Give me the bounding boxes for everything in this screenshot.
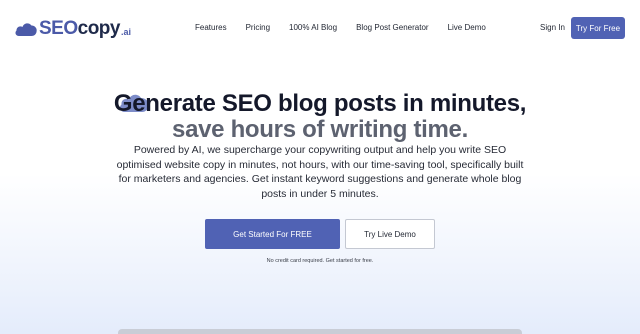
try-for-free-button[interactable]: Try For Free	[571, 17, 625, 39]
get-started-button[interactable]: Get Started For FREE	[205, 219, 340, 249]
nav-link-blog-post-generator[interactable]: Blog Post Generator	[356, 23, 428, 32]
cloud-icon	[15, 23, 37, 36]
brand-logo[interactable]: SEO copy .ai	[14, 17, 131, 41]
nav-link-ai-blog[interactable]: 100% AI Blog	[289, 23, 337, 32]
nav-link-features[interactable]: Features	[195, 23, 227, 32]
navbar: SEO copy .ai Features Pricing 100% AI Bl…	[0, 0, 640, 58]
nav-link-live-demo[interactable]: Live Demo	[448, 23, 486, 32]
hero-subtitle: save hours of writing time.	[172, 116, 468, 143]
brand-name-seo: SEO	[39, 18, 78, 39]
hero-description: Powered by AI, we supercharge your copyw…	[116, 144, 524, 200]
no-credit-card-note: No credit card required. Get started for…	[266, 258, 374, 264]
product-preview-edge	[118, 329, 522, 334]
brand-name-copy: copy	[77, 18, 121, 39]
hero-title: Generate SEO blog posts in minutes,	[113, 90, 527, 117]
sign-in-link[interactable]: Sign In	[540, 23, 565, 32]
main-nav: Features Pricing 100% AI Blog Blog Post …	[195, 23, 486, 32]
brand-name-suffix: .ai	[120, 27, 131, 37]
try-live-demo-button[interactable]: Try Live Demo	[345, 219, 435, 249]
nav-link-pricing[interactable]: Pricing	[246, 23, 270, 32]
